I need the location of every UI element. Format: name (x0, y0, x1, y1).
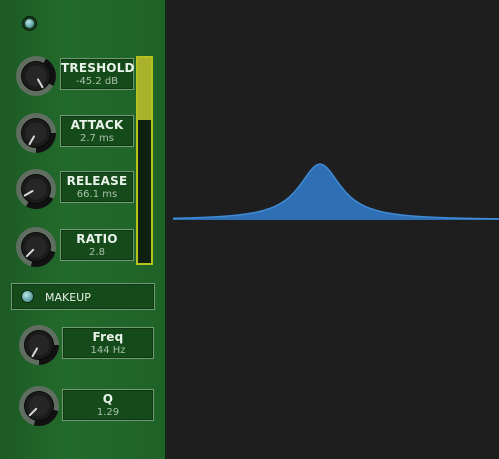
ratio-knob[interactable] (14, 225, 58, 269)
q-knob[interactable] (17, 384, 61, 428)
makeup-label: MAKEUP (45, 291, 91, 304)
q-display: Q 1.29 (62, 389, 154, 421)
release-knob[interactable] (14, 167, 58, 211)
knob-graphic (16, 169, 56, 209)
makeup-led-icon (22, 291, 33, 302)
ratio-value: 2.8 (89, 247, 105, 258)
knob-graphic (19, 325, 59, 365)
filter-response-graph[interactable] (167, 0, 499, 459)
freq-value: 144 Hz (90, 345, 126, 356)
level-meter (136, 56, 153, 265)
power-led-button[interactable] (22, 16, 37, 31)
level-meter-fill (138, 58, 151, 120)
response-curve-svg (172, 163, 499, 220)
attack-knob[interactable] (14, 111, 58, 155)
ratio-label: RATIO (76, 232, 118, 246)
control-panel: TRESHOLD -45.2 dB ATTACK 2.7 ms RELEASE … (0, 0, 166, 459)
release-label: RELEASE (66, 174, 128, 188)
freq-display: Freq 144 Hz (62, 327, 154, 359)
ratio-display: RATIO 2.8 (60, 229, 134, 261)
attack-value: 2.7 ms (79, 133, 115, 144)
release-value: 66.1 ms (76, 189, 118, 200)
compressor-plugin: TRESHOLD -45.2 dB ATTACK 2.7 ms RELEASE … (0, 0, 499, 459)
threshold-value: -45.2 dB (75, 76, 119, 87)
release-display: RELEASE 66.1 ms (60, 171, 134, 203)
threshold-display: TRESHOLD -45.2 dB (60, 58, 135, 90)
attack-label: ATTACK (70, 118, 124, 132)
knob-graphic (16, 56, 56, 96)
q-label: Q (102, 392, 114, 406)
makeup-toggle-button[interactable]: MAKEUP (11, 283, 155, 310)
freq-label: Freq (92, 330, 124, 344)
knob-graphic (16, 113, 56, 153)
threshold-knob[interactable] (14, 54, 58, 98)
threshold-label: TRESHOLD (61, 61, 135, 75)
freq-knob[interactable] (17, 323, 61, 367)
knob-graphic (16, 227, 56, 267)
q-value: 1.29 (96, 407, 120, 418)
knob-graphic (19, 386, 59, 426)
attack-display: ATTACK 2.7 ms (60, 115, 134, 147)
response-curve-fill (173, 164, 499, 220)
